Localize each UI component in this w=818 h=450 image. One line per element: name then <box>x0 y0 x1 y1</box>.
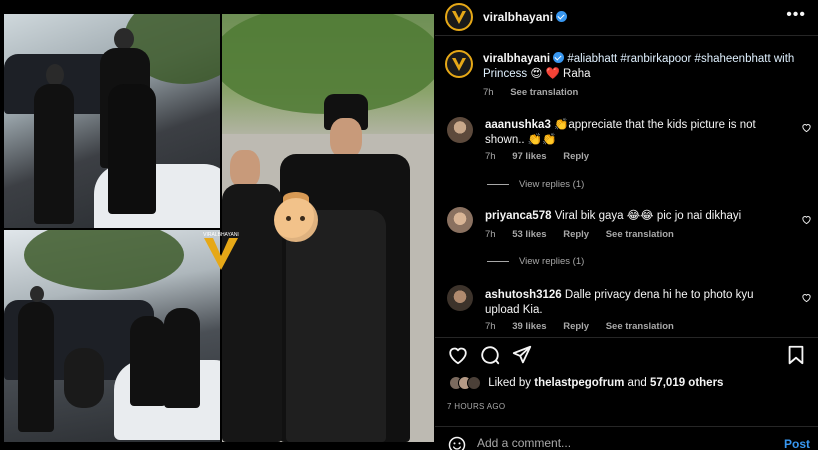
caption-username[interactable]: viralbhayani <box>483 53 550 65</box>
see-translation-link[interactable]: See translation <box>606 321 674 332</box>
comment-time: 7h <box>485 151 496 162</box>
caption-text: Raha <box>563 68 591 80</box>
header-username[interactable]: viralbhayani <box>483 10 568 24</box>
likes-count[interactable]: 57,019 others <box>650 377 724 389</box>
comment-like-heart-icon[interactable] <box>801 214 812 225</box>
comment-like-heart-icon[interactable] <box>801 122 812 133</box>
heart-emoji-icon: ❤️ <box>545 68 560 80</box>
comment-avatar[interactable] <box>447 285 473 311</box>
likes-summary: Liked by thelastpegofrum and 57,019 othe… <box>449 376 723 394</box>
more-options-icon[interactable]: ••• <box>786 6 806 24</box>
clap-emoji-icon: 👏👏 <box>527 134 557 146</box>
comment-like-heart-icon[interactable] <box>801 292 812 303</box>
like-heart-icon[interactable] <box>447 344 469 366</box>
comment-meta: 7h 97 likes Reply <box>485 151 603 162</box>
post-details-panel: viralbhayani ••• viralbhayani #aliabhatt… <box>435 0 818 450</box>
comment-username[interactable]: aaanushka3 <box>485 119 551 131</box>
see-translation-link[interactable]: See translation <box>510 87 578 98</box>
person-figure <box>222 184 282 442</box>
post-timestamp: 7 HOURS AGO <box>447 402 506 411</box>
viralbhayani-watermark-logo: VIRALBHAYANI <box>198 230 244 276</box>
verified-badge-icon <box>553 52 565 63</box>
comment-likes[interactable]: 97 likes <box>512 151 546 162</box>
person-face <box>330 118 362 158</box>
comment-username[interactable]: ashutosh3126 <box>485 289 562 301</box>
post-header: viralbhayani ••• <box>435 0 818 36</box>
photo-top-left <box>4 14 220 228</box>
photo-right <box>222 14 434 442</box>
tree-foliage <box>24 230 184 290</box>
caption-avatar[interactable] <box>445 50 473 78</box>
save-bookmark-icon[interactable] <box>785 344 807 366</box>
person-face <box>230 150 260 188</box>
comment-body: Viral bik gaya <box>554 210 624 222</box>
laughing-emoji-icon: 😂😂 <box>626 210 654 222</box>
person-figure <box>18 302 54 432</box>
post-comment-button[interactable]: Post <box>784 437 810 450</box>
comment-meta: 7h 39 likes Reply See translation <box>485 321 688 332</box>
clap-emoji-icon: 👏 <box>554 119 569 131</box>
profile-avatar[interactable] <box>445 3 473 31</box>
person-figure <box>34 84 74 224</box>
liker-avatar[interactable] <box>467 376 481 390</box>
see-translation-link[interactable]: See translation <box>606 229 674 240</box>
comment-avatar[interactable] <box>447 117 473 143</box>
comment-bar: Post <box>435 426 818 450</box>
comment-text: aaanushka3 👏appreciate that the kids pic… <box>485 118 785 148</box>
comment-body-2: pic jo nai dikhayi <box>656 210 742 222</box>
comment-likes[interactable]: 53 likes <box>512 229 546 240</box>
person-figure <box>130 316 166 406</box>
reply-button[interactable]: Reply <box>563 151 589 162</box>
emoji-picker-icon[interactable] <box>447 435 467 450</box>
action-bar <box>447 344 807 368</box>
post-media[interactable]: VIRALBHAYANI <box>0 0 435 450</box>
person-figure <box>164 308 200 408</box>
person-head <box>30 286 44 302</box>
username-text[interactable]: viralbhayani <box>483 10 553 24</box>
comment-likes[interactable]: 39 likes <box>512 321 546 332</box>
baby-face-emoji-icon <box>274 198 318 242</box>
caption-meta: 7h See translation <box>483 87 592 98</box>
comment-text: ashutosh3126 Dalle privacy dena hi he to… <box>485 288 755 318</box>
caption-time: 7h <box>483 87 494 98</box>
post-caption: viralbhayani #aliabhatt #ranbirkapoor #s… <box>483 52 801 82</box>
photo-bottom-left <box>4 230 220 442</box>
person-head <box>46 64 64 86</box>
comment-bubble-icon[interactable] <box>479 344 501 366</box>
comment-avatar[interactable] <box>447 207 473 233</box>
comment-username[interactable]: priyanca578 <box>485 210 552 222</box>
liked-by-and: and <box>627 377 647 390</box>
comment-text: priyanca578 Viral bik gaya 😂😂 pic jo nai… <box>485 209 785 224</box>
verified-badge-icon <box>556 11 568 22</box>
comment-time: 7h <box>485 321 496 332</box>
stroller-shape <box>64 348 104 408</box>
svg-text:VIRALBHAYANI: VIRALBHAYANI <box>203 232 239 238</box>
divider <box>435 337 818 338</box>
share-paper-plane-icon[interactable] <box>511 344 533 366</box>
view-replies-button[interactable]: View replies (1) <box>487 179 584 190</box>
comment-meta: 7h 53 likes Reply See translation <box>485 229 688 240</box>
liked-by-prefix: Liked by <box>488 377 532 390</box>
reply-button[interactable]: Reply <box>563 321 589 332</box>
liked-by-user[interactable]: thelastpegofrum <box>534 377 624 389</box>
reply-button[interactable]: Reply <box>563 229 589 240</box>
person-head <box>114 28 134 50</box>
person-figure <box>108 84 156 214</box>
person-figure <box>286 210 386 442</box>
view-replies-button[interactable]: View replies (1) <box>487 256 584 267</box>
heart-eyes-emoji-icon: 😍 <box>530 68 543 80</box>
comment-time: 7h <box>485 229 496 240</box>
add-comment-input[interactable] <box>477 434 767 450</box>
